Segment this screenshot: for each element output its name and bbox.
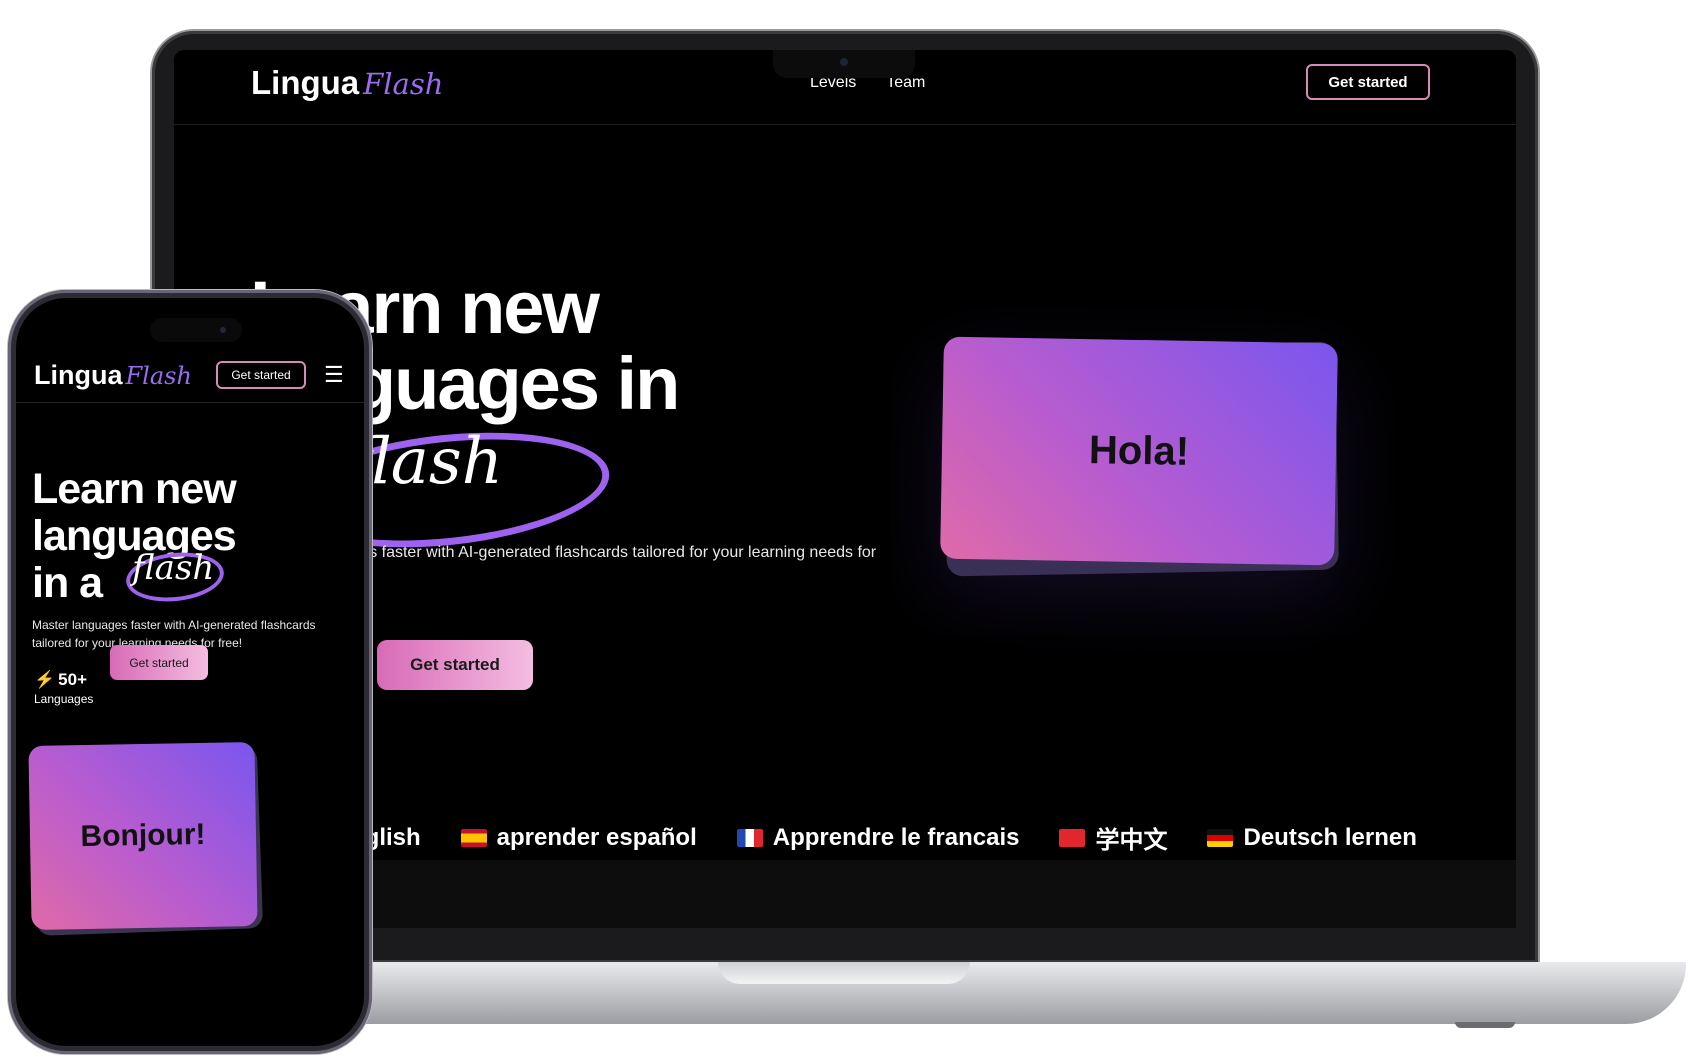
logo-text-main: Lingua (251, 64, 360, 101)
flashcard-word: Bonjour! (80, 817, 206, 854)
stat-value-row: ⚡ 50+ (34, 670, 93, 690)
phone-hero-get-started-button[interactable]: Get started (110, 645, 208, 680)
laptop-screen: Lingua Flash Levels Team Get started Lea… (174, 50, 1516, 928)
logo-text-script: Flash (363, 67, 444, 101)
hero-flash-script: flash (132, 548, 215, 588)
hamburger-menu-icon[interactable]: ☰ (324, 362, 344, 388)
marquee-item: aprender español (460, 820, 697, 855)
laptop-foot (1455, 1022, 1515, 1028)
china-flag-icon (1059, 828, 1086, 847)
phone-header-get-started-button[interactable]: Get started (216, 361, 306, 389)
marquee-text: 学中文 (1095, 827, 1168, 854)
germany-flag-icon (1207, 828, 1234, 847)
flashcard-word: Hola! (1088, 427, 1190, 474)
hero-line-1: Learn new (32, 465, 237, 513)
logo-text-script: Flash (125, 362, 192, 390)
phone-header-divider (16, 402, 364, 403)
flashcard[interactable]: Hola! (940, 336, 1338, 566)
france-flag-icon (736, 828, 763, 847)
laptop-logo[interactable]: Lingua Flash (251, 64, 443, 102)
languages-stat: ⚡ 50+ Languages (34, 670, 93, 706)
hero-get-started-button[interactable]: Get started (377, 640, 533, 690)
header-divider (174, 124, 1516, 125)
phone-logo[interactable]: Lingua Flash (34, 360, 192, 391)
marquee-text: aprender español (496, 823, 697, 851)
laptop-base-groove (718, 962, 970, 984)
lightning-bolt-icon: ⚡ (34, 670, 56, 689)
language-marquee: English aprender español Apprendre le fr… (334, 820, 1417, 855)
marquee-text: Apprendre le francais (772, 823, 1020, 851)
header-get-started-button[interactable]: Get started (1306, 64, 1430, 100)
laptop-camera-icon (840, 58, 848, 66)
marquee-item: Deutsch lernen (1207, 820, 1417, 855)
stat-label: Languages (34, 692, 94, 706)
marquee-text: Deutsch lernen (1243, 823, 1417, 851)
marquee-item: 学中文 (1059, 820, 1167, 855)
phone-screen: Lingua Flash Get started ☰ Learn new lan… (16, 298, 364, 1046)
stat-value: 50+ (58, 670, 88, 689)
phone-dynamic-island (150, 318, 242, 342)
phone-camera-icon (220, 327, 226, 333)
logo-text-main: Lingua (34, 360, 123, 390)
flashcard[interactable]: Bonjour! (28, 742, 258, 930)
laptop-screen-bottom-band (174, 860, 1516, 928)
spain-flag-icon (460, 828, 487, 847)
marquee-item: Apprendre le francais (736, 820, 1020, 855)
